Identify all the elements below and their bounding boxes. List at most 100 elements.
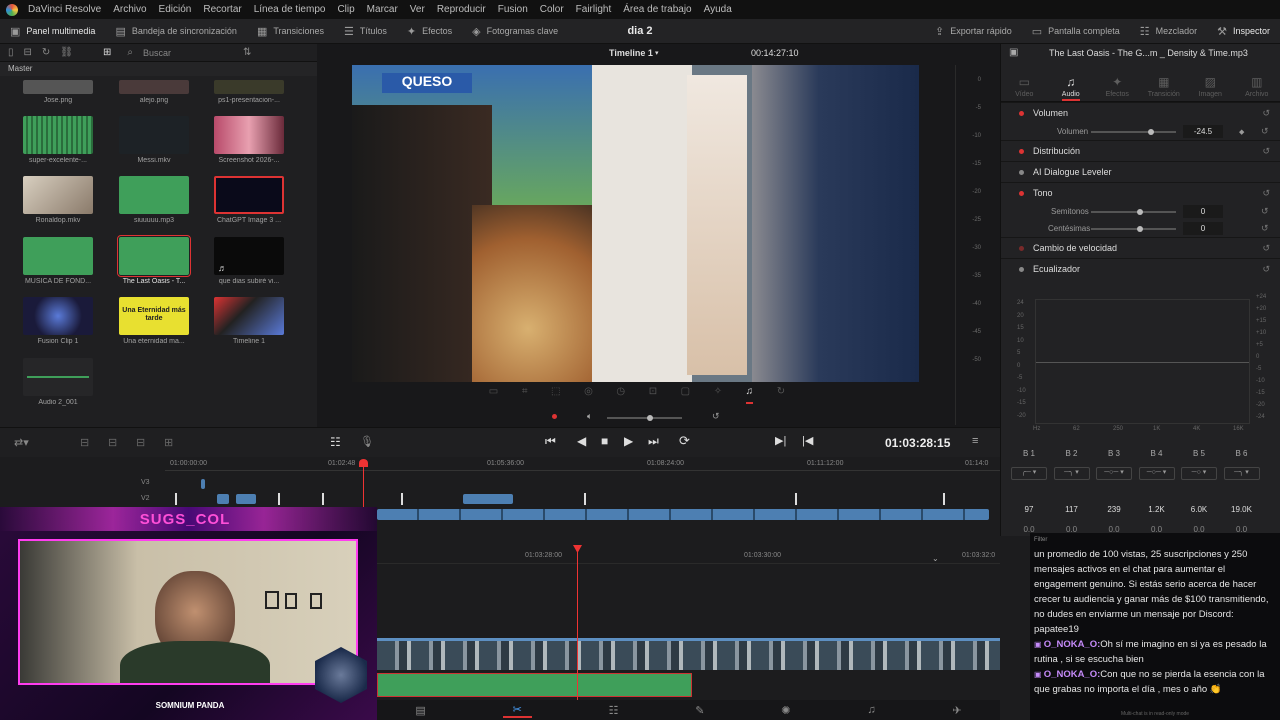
fairlight-page-icon[interactable]: ♫ (867, 704, 875, 716)
semitones-slider[interactable] (1091, 209, 1176, 215)
eq-band-frequency[interactable]: 97 (1011, 505, 1047, 514)
sync-bin-button[interactable]: ▤ Bandeja de sincronización (105, 19, 246, 44)
loop-icon[interactable]: ↺ (712, 411, 720, 422)
playhead-overview-handle[interactable] (359, 459, 368, 467)
dynamic-zoom-icon[interactable]: ⬚ (551, 386, 560, 404)
menu-reproducir[interactable]: Reproducir (431, 4, 492, 15)
reset-icon[interactable]: ↺ (1262, 243, 1270, 254)
cut-page-icon[interactable]: ✂ (502, 703, 532, 718)
link-icon[interactable]: ⛓ (60, 47, 73, 58)
mark-in-icon[interactable]: |◀ (802, 434, 813, 447)
video-track-clip[interactable] (377, 638, 1000, 670)
media-pool-button[interactable]: ▣ Panel multimedia (0, 19, 105, 44)
sort-order-icon[interactable]: ⇅ (243, 47, 251, 58)
reset-icon[interactable]: ↺ (1262, 264, 1270, 275)
keyframes-button[interactable]: ◈ Fotogramas clave (462, 19, 568, 44)
ai-icon[interactable]: ↻ (777, 386, 785, 404)
menu-marcar[interactable]: Marcar (361, 4, 404, 15)
section-pitch[interactable]: Tono ↺ (1001, 182, 1280, 203)
next-edit-icon[interactable]: ⏭ (648, 434, 659, 449)
transform-icon[interactable]: ▭ (489, 386, 498, 404)
grid-view-icon[interactable]: ⊞ (103, 47, 111, 58)
eq-band-type-dropdown[interactable]: ─○─ ▾ (1096, 467, 1132, 480)
lens-icon[interactable]: ▢ (681, 386, 690, 404)
bin-master[interactable]: Master (0, 62, 317, 76)
crop-icon[interactable]: ⌗ (522, 386, 528, 404)
clip-block[interactable] (236, 494, 256, 504)
eq-band-frequency[interactable]: 1.2K (1139, 505, 1175, 514)
clip-super-excelente[interactable]: super-excelente-... (18, 116, 98, 164)
inspector-button[interactable]: ⚒ Inspector (1207, 19, 1280, 44)
clip-the-last-oasis[interactable]: The Last Oasis - T... (114, 235, 194, 285)
clip-block[interactable] (201, 479, 205, 489)
enabled-dot[interactable] (1019, 111, 1024, 116)
search-field[interactable]: Buscar (143, 48, 233, 58)
mark-out-icon[interactable]: ▶| (775, 434, 786, 447)
clip-block[interactable] (463, 494, 513, 504)
section-distribution[interactable]: Distribución ↺ (1001, 140, 1280, 161)
eq-band-type-dropdown[interactable]: ─╮ ▾ (1223, 467, 1260, 480)
clip-musica-de-fondo[interactable]: MUSICA DE FOND... (18, 237, 98, 285)
section-volume[interactable]: Volumen ↺ (1001, 102, 1280, 123)
fit-clip-icon[interactable]: ⊞ (164, 436, 173, 449)
chevron-down-icon[interactable]: ▾ (655, 49, 659, 57)
clip-siuuuuu[interactable]: siuuuuu.mp3 (114, 176, 194, 224)
menu-recortar[interactable]: Recortar (197, 4, 247, 15)
edit-page-icon[interactable]: ☷ (609, 704, 619, 717)
stabilize-icon[interactable]: ⊡ (649, 386, 657, 404)
enabled-dot[interactable] (1019, 170, 1024, 175)
clip-block[interactable] (217, 494, 229, 504)
volume-slider[interactable] (1091, 129, 1176, 135)
tab-image[interactable]: ▨ Imagen (1190, 75, 1230, 98)
timeline-options-icon[interactable]: ⇄▾ (14, 436, 29, 449)
eq-band-frequency[interactable]: 6.0K (1181, 505, 1217, 514)
enabled-dot[interactable] (1019, 246, 1024, 251)
mixer-button[interactable]: ☷ Mezclador (1130, 19, 1207, 44)
composite-icon[interactable]: ◎ (584, 386, 593, 404)
clip-chatgpt-image[interactable]: ChatGPT Image 3 ... (209, 176, 289, 224)
menu-color[interactable]: Color (534, 4, 570, 15)
menu-archivo[interactable]: Archivo (107, 4, 152, 15)
section-speed-change[interactable]: Cambio de velocidad ↺ (1001, 237, 1280, 258)
menu-ayuda[interactable]: Ayuda (698, 4, 738, 15)
tab-transition[interactable]: ▦ Transición (1144, 75, 1184, 98)
menu-fusion[interactable]: Fusion (492, 4, 534, 15)
effects-button[interactable]: ✦ Efectos (397, 19, 462, 44)
clip-ps1[interactable]: ps1-presentacion-... (209, 80, 289, 104)
menu-area-de-trabajo[interactable]: Área de trabajo (617, 4, 697, 15)
playhead-detail[interactable] (577, 545, 578, 700)
inspector-layout-icon[interactable]: ▣ (1009, 47, 1018, 58)
keyframe-icon[interactable]: ◆ (1239, 128, 1244, 136)
chevron-down-icon[interactable]: ⌄ (932, 554, 939, 563)
equalizer-graph[interactable] (1035, 299, 1250, 424)
volume-value[interactable]: -24.5 (1183, 125, 1223, 138)
menu-edicion[interactable]: Edición (153, 4, 198, 15)
eq-band-type-dropdown[interactable]: ╭─ ▾ (1011, 467, 1047, 480)
overwrite-clip-icon[interactable]: ⊟ (108, 436, 117, 449)
voiceover-icon[interactable]: 🎙︎ (360, 435, 374, 448)
clip-una-eternidad[interactable]: Una Eternidad más tarde Una eternidad ma.… (114, 297, 194, 345)
audio-tool-icon[interactable]: ♫ (745, 386, 754, 404)
menu-icon[interactable]: ≡ (972, 435, 978, 447)
reset-icon[interactable]: ↺ (1261, 223, 1269, 234)
record-icon[interactable] (552, 414, 557, 419)
eq-band-frequency[interactable]: 117 (1054, 505, 1090, 514)
chat-filter[interactable]: Filter (1034, 537, 1276, 547)
color-page-icon[interactable]: ✺ (781, 704, 790, 717)
insert-clip-icon[interactable]: ⊟ (80, 436, 89, 449)
tab-effects[interactable]: ✦ Efectos (1097, 75, 1137, 98)
media-page-icon[interactable]: ▤ (415, 704, 425, 717)
sort-icon[interactable]: ⊟ (24, 47, 32, 58)
replace-clip-icon[interactable]: ⊟ (136, 436, 145, 449)
deliver-page-icon[interactable]: ✈ (952, 704, 961, 717)
play-reverse-icon[interactable]: ◀ (577, 434, 586, 448)
clip-jose[interactable]: Jose.png (18, 80, 98, 104)
reset-icon[interactable]: ↺ (1262, 188, 1270, 199)
timeline-ruler-detail[interactable]: 01:03:28:00 01:03:30:00 01:03:32:0 ⌄ (377, 542, 1000, 564)
refresh-icon[interactable]: ↻ (42, 47, 50, 58)
eq-band-type-dropdown[interactable]: ─○ ▾ (1181, 467, 1217, 480)
sidebar-toggle-icon[interactable]: ▯ (8, 47, 14, 58)
clip-fusion-clip-1[interactable]: Fusion Clip 1 (18, 297, 98, 345)
fullscreen-button[interactable]: ▭ Pantalla completa (1022, 19, 1130, 44)
reset-icon[interactable]: ↺ (1262, 146, 1270, 157)
